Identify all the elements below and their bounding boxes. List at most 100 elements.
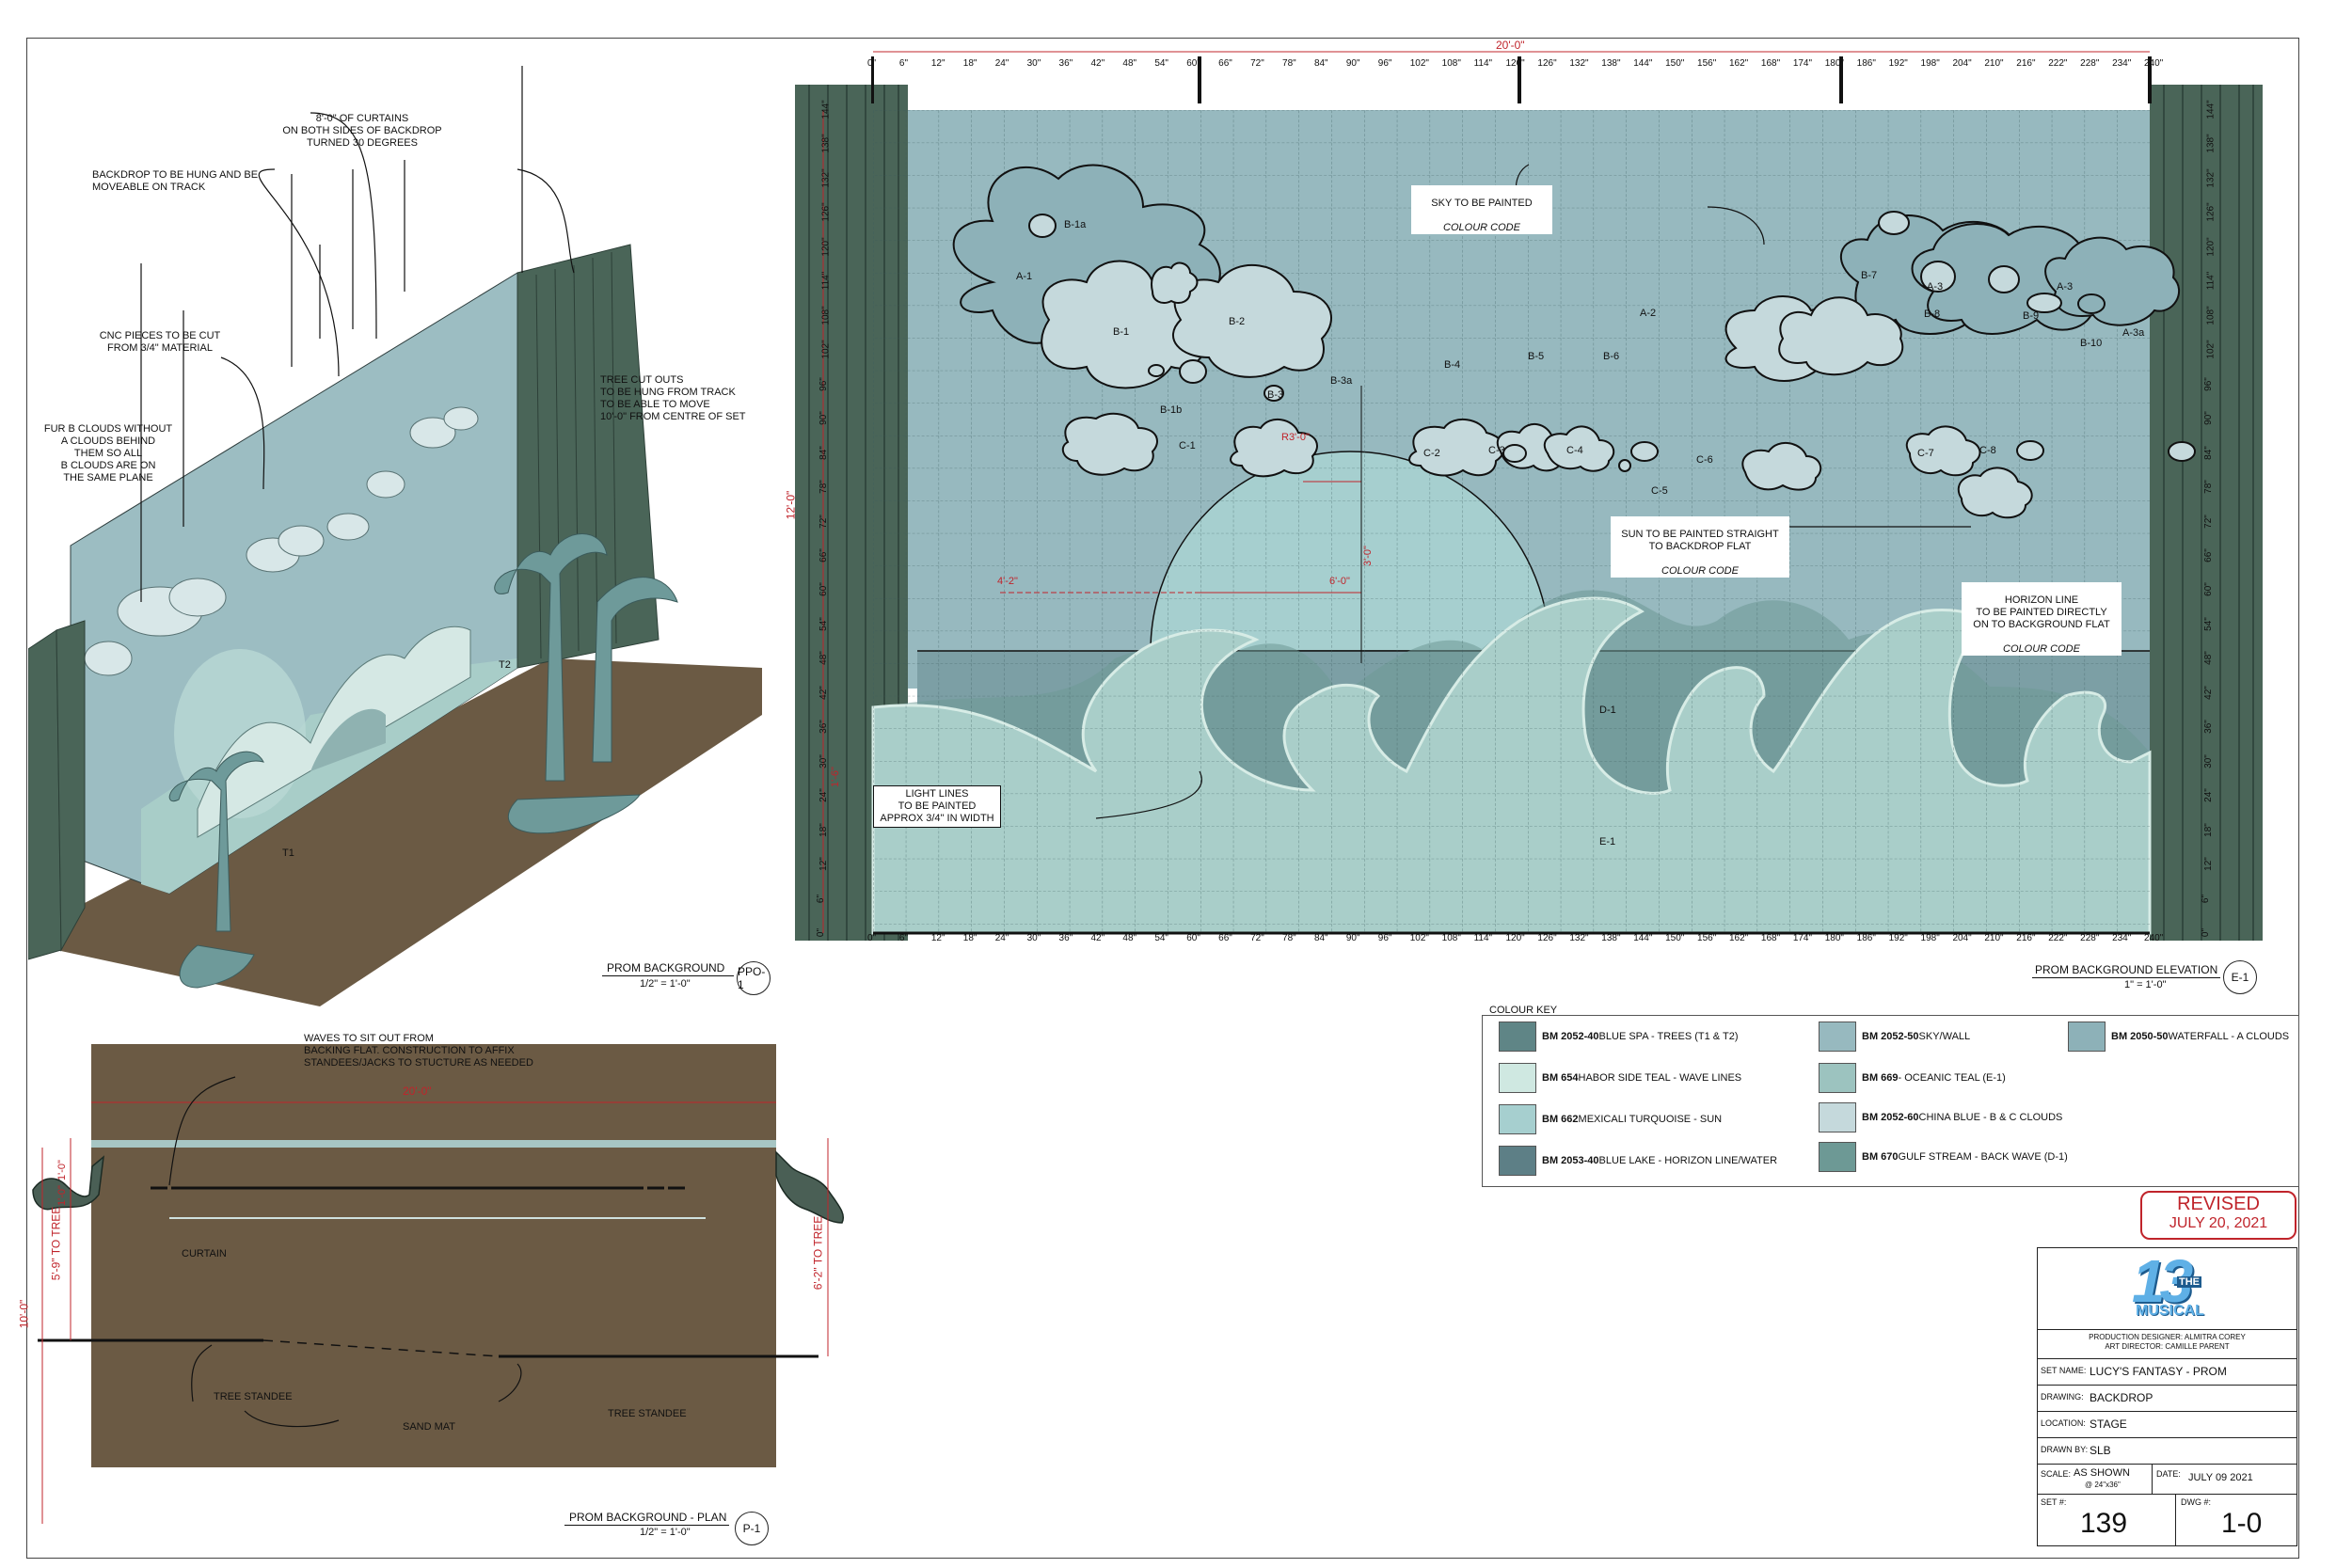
plan-curtain-label: CURTAIN [182,1248,227,1259]
plan-view-title: PROM BACKGROUND - PLAN [569,1511,727,1524]
cloud-label: A-3 [2057,281,2074,293]
axis-tick-label: 156" [1697,933,1717,943]
note-light: LIGHT LINES TO BE PAINTED APPROX 3/4" IN… [873,785,1001,828]
axis-tick-label: 30" [818,753,829,768]
scale-label: SCALE: [2041,1469,2072,1479]
logo-the: THE [2177,1276,2201,1288]
axis-tick-label: 42" [818,685,829,700]
axis-tick-label: 144" [1633,933,1653,943]
colour-name: GULF STREAM - BACK WAVE (D-1) [1898,1151,2068,1163]
axis-tick-label: 102" [1409,933,1429,943]
cloud-label: C-7 [1917,448,1934,459]
axis-tick-label: 138" [2205,134,2217,154]
axis-tick-label: 126" [820,202,832,222]
axis-tick-label: 12" [930,933,946,943]
axis-tick-label: 132" [820,168,832,188]
set-no-label: SET #: [2041,1497,2067,1507]
axis-tick-label: 90" [1345,58,1360,69]
plan-width-dim: 20'-0" [403,1085,432,1098]
colour-swatch [1499,1022,1536,1052]
axis-tick-label: 186" [1856,933,1876,943]
axis-tick-label: 108" [1441,58,1461,69]
axis-tick-label: 108" [1441,933,1461,943]
plan-drawing [32,1044,844,1524]
production-designer: PRODUCTION DESIGNER: ALMITRA COREY [2089,1333,2246,1341]
cloud-label: B-4 [1444,359,1461,371]
cloud-label: C-1 [1179,440,1196,451]
set-no: 139 [2080,1508,2128,1539]
axis-tick-label: 78" [1282,933,1296,943]
plan-sand-mat: SAND MAT [403,1421,456,1433]
axis-tick-label: 210" [1984,933,2004,943]
cloud-label: B-3 [1267,389,1284,401]
axis-tick-label: 6" [898,58,909,69]
colour-key-item: BM 2052-40 BLUE SPA - TREES (T1 & T2) [1499,1022,1738,1052]
axis-tick-label: 108" [820,306,832,325]
colour-key-item: BM 654 HABOR SIDE TEAL - WAVE LINES [1499,1063,1741,1093]
elevation-height-dim: 12'-0" [784,490,798,520]
axis-tick-label: 162" [1728,58,1749,69]
colour-swatch [1499,1146,1536,1176]
axis-tick-label: 24" [2202,788,2214,802]
colour-key-item: BM 662 MEXICALI TURQUOISE - SUN [1499,1104,1722,1134]
axis-tick-label: 96" [2202,376,2214,391]
axis-tick-label: 72" [2202,514,2214,529]
axis-tick-label: 0" [867,933,877,943]
axis-tick-label: 198" [1920,58,1940,69]
drawn-by-value: SLB [2090,1444,2111,1457]
elevation-y-ticks-right: 0" 6" 12" 18" 24" 30" 36" 42" 48" 54" 60" 66" 72" 78"… [2201,100,2230,937]
axis-tick-label: 186" [1856,58,1876,69]
colour-swatch [1819,1022,1856,1052]
axis-tick-label: 222" [2048,933,2068,943]
axis-tick-label: 204" [1952,933,1972,943]
note-sky: SKY TO BE PAINTED COLOUR CODE [1411,185,1552,234]
axis-tick-label: 36" [1058,933,1073,943]
cloud-label: C-6 [1696,454,1713,466]
plan-note: WAVES TO SIT OUT FROM BACKING FLAT. CONS… [304,1033,533,1069]
axis-tick-label: 174" [1792,933,1813,943]
colour-code: BM 2050-50 [2111,1031,2169,1042]
axis-tick-label: 48" [1122,933,1137,943]
colour-name: HABOR SIDE TEAL - WAVE LINES [1578,1072,1742,1084]
show-logo: 13 THE MUSICAL [2132,1247,2207,1327]
colour-code: BM 2052-40 [1542,1031,1599,1042]
axis-tick-label: 12" [818,857,829,871]
axis-tick-label: 126" [2205,202,2217,222]
cloud-label: A-2 [1640,308,1657,319]
colour-name: CHINA BLUE - B & C CLOUDS [1918,1112,2063,1123]
plan-title-underline [564,1525,729,1526]
axis-tick-label: 66" [818,548,829,562]
note-sun: SUN TO BE PAINTED STRAIGHT TO BACKDROP F… [1611,516,1789,578]
axis-tick-label: 60" [2202,582,2214,597]
iso-note-backdrop: BACKDROP TO BE HUNG AND BE MOVEABLE ON T… [92,169,259,193]
axis-tick-label: 30" [1026,58,1041,69]
axis-tick-label: 72" [1250,58,1264,69]
svg-text:T1: T1 [282,847,294,859]
colour-swatch [1819,1102,1856,1132]
cloud-label: C-8 [1979,445,1996,456]
axis-tick-label: 102" [820,340,832,359]
axis-tick-label: 168" [1760,933,1781,943]
axis-tick-label: 90" [2202,411,2214,425]
svg-text:T2: T2 [499,659,511,671]
iso-note-tree: TREE CUT OUTS TO BE HUNG FROM TRACK TO B… [600,374,746,422]
axis-tick-label: 144" [1633,58,1653,69]
colour-swatch [1819,1063,1856,1093]
wave-d1-label: D-1 [1599,705,1616,716]
cloud-label: C-3 [1488,445,1505,456]
plan-left-tree-dim: 5'-9" TO TREE [49,1206,63,1281]
axis-tick-label: 78" [2202,480,2214,494]
axis-tick-label: 60" [818,582,829,597]
axis-tick-label: 180" [1824,58,1844,69]
axis-tick-label: 48" [818,651,829,666]
drawn-by-row: DRAWN BY: SLB [2038,1437,2296,1465]
plan-tree-standee-1: TREE STANDEE [214,1391,293,1402]
colour-key-item: BM 669 - OCEANIC TEAL (E-1) [1819,1063,2006,1093]
set-name: LUCY'S FANTASY - PROM [2090,1365,2227,1378]
drawing-row: DRAWING: BACKDROP [2038,1385,2296,1412]
axis-tick-label: 96" [1377,933,1392,943]
axis-tick-label: 0" [2201,927,2212,938]
axis-tick-label: 132" [1569,933,1589,943]
revised-stamp: REVISED JULY 20, 2021 [2140,1191,2296,1240]
elevation-view-title: PROM BACKGROUND ELEVATION [2035,963,2218,976]
